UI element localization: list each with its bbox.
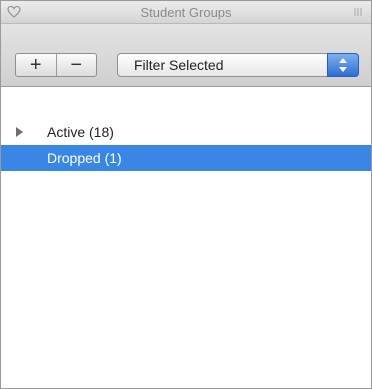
window-title: Student Groups (140, 5, 232, 20)
group-label: Active (18) (47, 124, 114, 140)
resize-grip-icon[interactable] (353, 7, 363, 17)
student-groups-panel: Student Groups + − Filter Selected Activ… (0, 0, 372, 389)
select-stepper[interactable] (327, 53, 359, 77)
disclosure-triangle-icon[interactable] (16, 127, 23, 137)
group-row-active[interactable]: Active (18) (1, 119, 371, 145)
filter-select[interactable]: Filter Selected (117, 53, 359, 77)
title-bar[interactable]: Student Groups (1, 1, 371, 24)
filter-select-value: Filter Selected (134, 57, 224, 73)
remove-group-button[interactable]: − (55, 54, 97, 76)
add-group-button[interactable]: + (16, 54, 56, 76)
group-label: Dropped (1) (47, 150, 122, 166)
toolbar: + − Filter Selected (1, 24, 371, 87)
group-row-dropped[interactable]: Dropped (1) (1, 145, 371, 171)
updown-arrows-icon (339, 58, 347, 72)
groups-list: Active (18) Dropped (1) (1, 87, 371, 388)
add-remove-buttons: + − (15, 53, 97, 77)
